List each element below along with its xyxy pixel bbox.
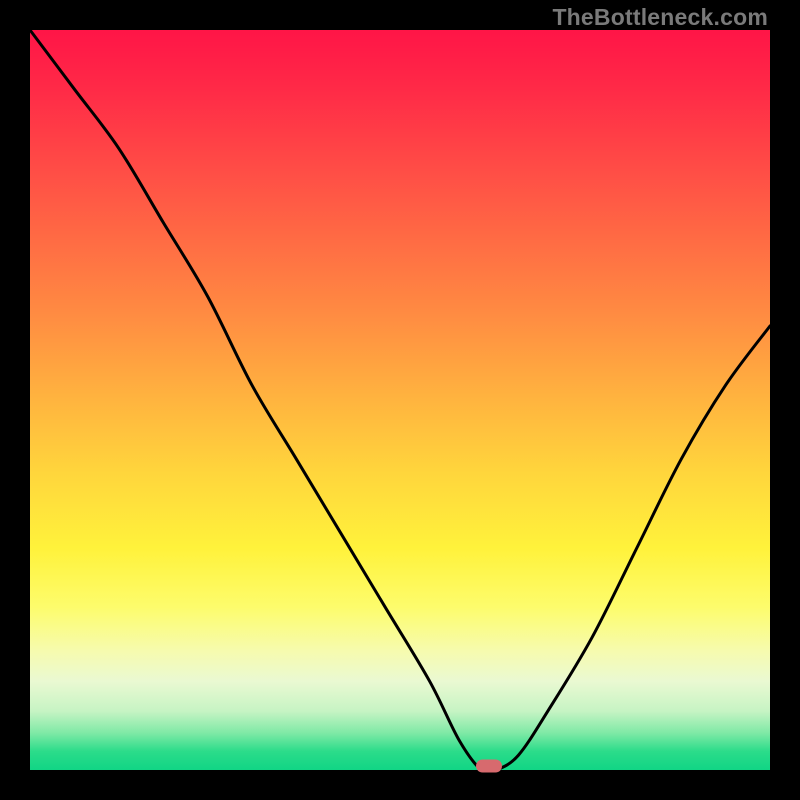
chart-frame: TheBottleneck.com (0, 0, 800, 800)
bottleneck-curve (30, 30, 770, 770)
watermark-text: TheBottleneck.com (552, 4, 768, 31)
plot-area (30, 30, 770, 770)
optimal-marker (476, 760, 502, 773)
curve-path (30, 30, 770, 773)
